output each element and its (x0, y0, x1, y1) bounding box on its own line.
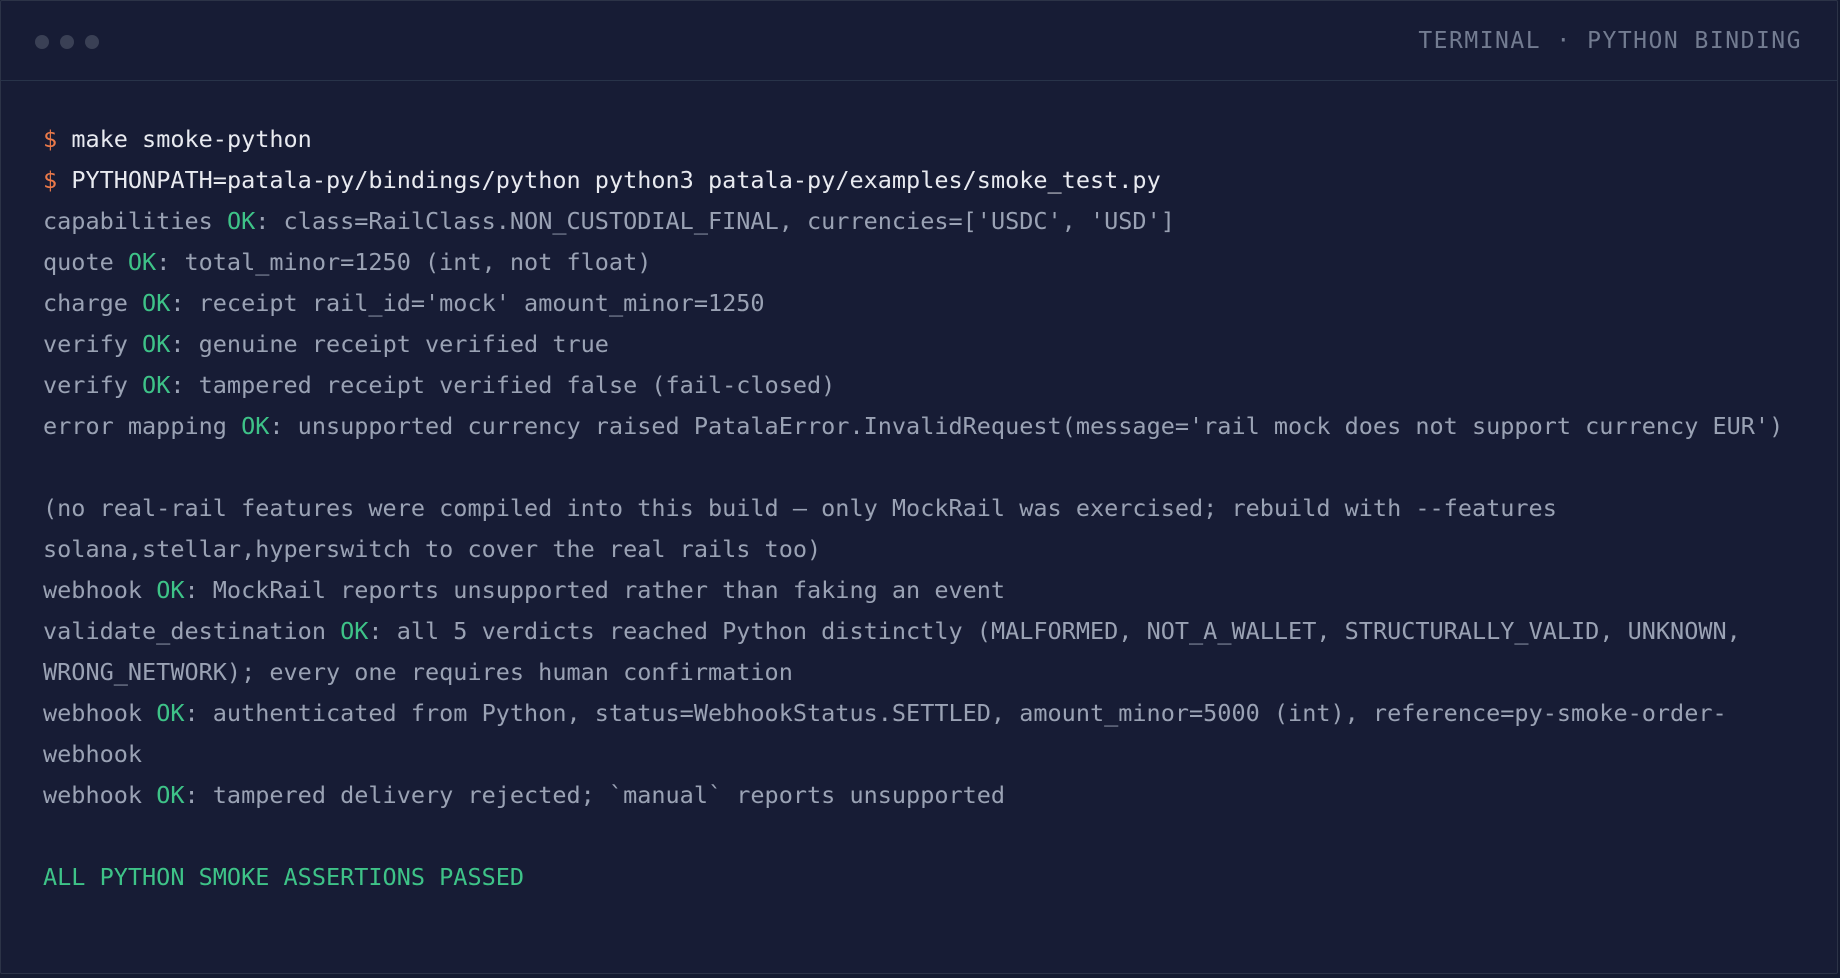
result-detail: : class=RailClass.NON_CUSTODIAL_FINAL, c… (255, 207, 1175, 235)
result-label: charge (43, 289, 143, 317)
ok-status: OK (127, 248, 157, 276)
ok-status: OK (226, 207, 256, 235)
terminal-output[interactable]: $ make smoke-python $ PYTHONPATH=patala-… (43, 119, 1813, 898)
ok-status: OK (156, 781, 185, 809)
minimize-dot-icon[interactable] (60, 35, 74, 49)
result-line: capabilities OK: class=RailClass.NON_CUS… (43, 201, 1813, 242)
command-line: $ PYTHONPATH=patala-py/bindings/python p… (43, 160, 1813, 201)
prompt-symbol: $ (43, 125, 58, 153)
result-detail: : tampered receipt verified false (fail-… (170, 371, 836, 399)
command-text: make smoke-python (71, 125, 312, 153)
result-line: webhook OK: tampered delivery rejected; … (43, 775, 1813, 816)
close-dot-icon[interactable] (35, 35, 49, 49)
ok-status: OK (340, 617, 369, 645)
ok-status: OK (156, 699, 185, 727)
command-text: PYTHONPATH=patala-py/bindings/python pyt… (71, 166, 1161, 194)
result-label: verify (43, 371, 143, 399)
result-detail: : authenticated from Python, status=Webh… (43, 699, 1727, 768)
command-line: $ make smoke-python (43, 119, 1813, 160)
result-line: webhook OK: authenticated from Python, s… (43, 693, 1813, 775)
ok-status: OK (142, 371, 171, 399)
result-line: verify OK: tampered receipt verified fal… (43, 365, 1813, 406)
result-label: webhook (43, 781, 157, 809)
result-detail: : genuine receipt verified true (170, 330, 609, 358)
result-line: error mapping OK: unsupported currency r… (43, 406, 1813, 447)
ok-status: OK (142, 330, 171, 358)
result-label: validate_destination (43, 617, 341, 645)
result-detail: : MockRail reports unsupported rather th… (184, 576, 1006, 604)
result-line: validate_destination OK: all 5 verdicts … (43, 611, 1813, 693)
ok-status: OK (241, 412, 270, 440)
ok-status: OK (156, 576, 185, 604)
result-line: charge OK: receipt rail_id='mock' amount… (43, 283, 1813, 324)
result-line: quote OK: total_minor=1250 (int, not flo… (43, 242, 1813, 283)
result-label: verify (43, 330, 143, 358)
title-bar: TERMINAL · PYTHON BINDING (1, 1, 1837, 81)
terminal-window: TERMINAL · PYTHON BINDING $ make smoke-p… (0, 0, 1838, 974)
summary-line: ALL PYTHON SMOKE ASSERTIONS PASSED (43, 863, 525, 891)
window-controls (35, 35, 99, 49)
note-line: (no real-rail features were compiled int… (43, 494, 1572, 563)
result-detail: : tampered delivery rejected; `manual` r… (184, 781, 1006, 809)
window-title: TERMINAL · PYTHON BINDING (1418, 28, 1802, 54)
prompt-symbol: $ (43, 166, 58, 194)
maximize-dot-icon[interactable] (85, 35, 99, 49)
result-detail: : unsupported currency raised PatalaErro… (269, 412, 1784, 440)
result-label: error mapping (43, 412, 242, 440)
result-line: webhook OK: MockRail reports unsupported… (43, 570, 1813, 611)
ok-status: OK (142, 289, 171, 317)
result-detail: : total_minor=1250 (int, not float) (156, 248, 652, 276)
result-label: quote (43, 248, 128, 276)
result-line: verify OK: genuine receipt verified true (43, 324, 1813, 365)
result-label: capabilities (43, 207, 227, 235)
result-label: webhook (43, 576, 157, 604)
result-label: webhook (43, 699, 157, 727)
result-detail: : receipt rail_id='mock' amount_minor=12… (170, 289, 765, 317)
